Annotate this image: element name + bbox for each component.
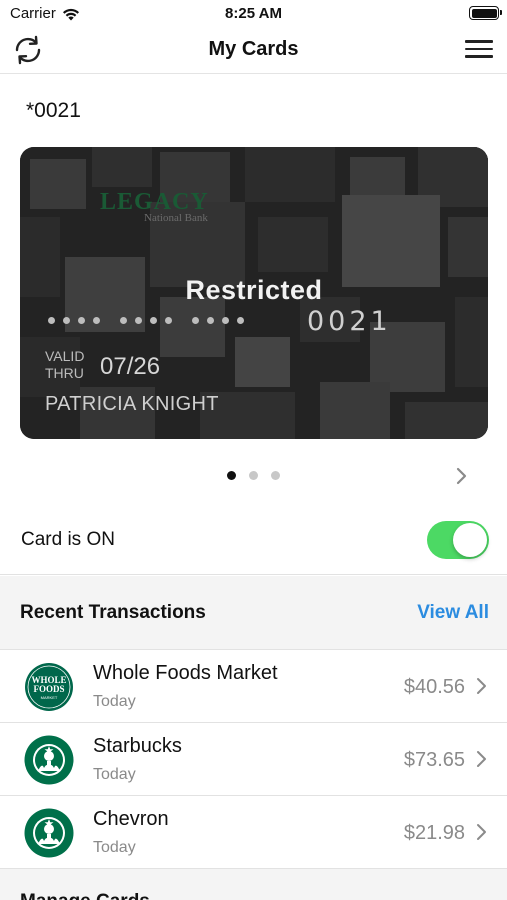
transaction-amount: $21.98: [403, 822, 465, 844]
chevron-right-icon: [477, 824, 486, 840]
chevron-right-icon: [477, 751, 486, 767]
manage-cards-section: Manage Cards: [0, 869, 507, 900]
whole-foods-logo-text-2: FOODS: [33, 684, 64, 694]
status-time: 8:25 AM: [225, 5, 282, 22]
masked-card-digits: [48, 317, 244, 324]
card-status-label: Restricted: [185, 275, 323, 305]
nav-bar: My Cards: [0, 28, 507, 74]
merchant-name: Chevron: [93, 808, 169, 830]
whole-foods-logo: WHOLE FOODS MARKET: [25, 663, 73, 711]
debit-card[interactable]: LEGACY National Bank Restricted 0021 VAL…: [20, 147, 488, 439]
valid-thru-label: VALID THRU: [45, 348, 84, 382]
card-toggle-row: Card is ON: [0, 503, 507, 575]
chevron-right-icon: [477, 678, 486, 694]
battery-icon: [469, 6, 502, 20]
bank-logo: LEGACY National Bank: [100, 189, 209, 224]
pager-dot[interactable]: [249, 471, 258, 480]
toggle-knob: [453, 523, 487, 557]
status-bar: Carrier 8:25 AM: [0, 0, 507, 28]
whole-foods-logo-text-3: MARKET: [41, 695, 58, 700]
hamburger-menu-icon[interactable]: [465, 40, 495, 62]
card-toggle-switch[interactable]: [427, 521, 489, 559]
valid-label: VALID: [45, 348, 85, 364]
recent-transactions-header: Recent Transactions View All: [0, 576, 507, 650]
starbucks-logo: [24, 808, 74, 858]
card-toggle-label: Card is ON: [21, 529, 115, 550]
card-last4: 0021: [307, 306, 392, 337]
bank-logo-subtext: National Bank: [144, 212, 208, 224]
thru-label: THRU: [45, 365, 84, 381]
card-number-label: *0021: [26, 99, 81, 122]
pager-dot[interactable]: [271, 471, 280, 480]
transaction-amount: $40.56: [403, 676, 465, 698]
merchant-name: Starbucks: [93, 735, 182, 757]
pager-dot-active[interactable]: [227, 471, 236, 480]
transaction-date: Today: [93, 766, 136, 783]
card-holder-name: PATRICIA KNIGHT: [45, 393, 219, 415]
starbucks-logo: [24, 735, 74, 785]
transaction-amount: $73.65: [403, 749, 465, 771]
card-pager[interactable]: [0, 471, 507, 480]
transaction-row[interactable]: Starbucks Today $73.65: [0, 723, 507, 796]
manage-cards-title: Manage Cards: [20, 891, 150, 900]
section-title: Recent Transactions: [20, 602, 206, 623]
card-expiry: 07/26: [100, 353, 161, 380]
chevron-right-icon[interactable]: [455, 466, 469, 486]
view-all-link[interactable]: View All: [417, 602, 489, 624]
transaction-row[interactable]: WHOLE FOODS MARKET Whole Foods Market To…: [0, 650, 507, 723]
transaction-date: Today: [93, 693, 136, 710]
page-title: My Cards: [208, 38, 299, 60]
merchant-name: Whole Foods Market: [93, 662, 278, 684]
transaction-date: Today: [93, 839, 136, 856]
transaction-row[interactable]: Chevron Today $21.98: [0, 796, 507, 869]
